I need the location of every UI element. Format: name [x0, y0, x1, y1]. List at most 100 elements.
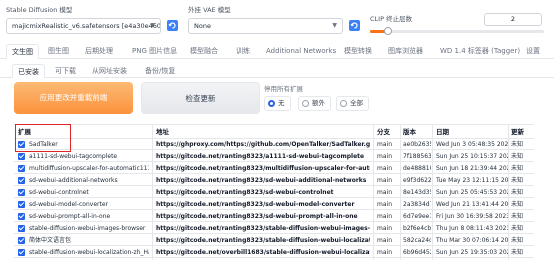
extension-url[interactable]: https://gitcode.net/ranting8323/sd-webui… [156, 175, 370, 186]
extension-name: sd-webui-prompt-all-in-one [29, 213, 111, 220]
table-row: sd-webui-prompt-all-in-one https://gitcod… [14, 211, 534, 222]
checkpoint-select[interactable]: majicmixRealistic_v6.safetensors [e4a30e… [6, 18, 161, 34]
radio-none-label: 无 [278, 99, 285, 107]
extensions-subtabbar: 已安装 可下载 从网址安装 备份/恢复 [0, 64, 554, 78]
tab-txt2img[interactable]: 文生图 [6, 44, 39, 59]
column-divider [373, 125, 374, 260]
tab-install-from-url[interactable]: 从网址安装 [92, 64, 127, 78]
extension-name: 简体中文语言包 [29, 237, 72, 244]
extension-url[interactable]: https://gitcode.net/ranting8323/stable-d… [156, 223, 370, 234]
table-header-row: 扩展 地址 分支 版本 日期 更新 [14, 125, 534, 139]
clip-skip-slider[interactable] [370, 27, 544, 35]
vae-select[interactable]: None ▼ [188, 18, 343, 34]
tab-settings[interactable]: 设置 [526, 44, 540, 59]
radio-extra[interactable]: 额外 [298, 96, 331, 111]
radio-icon [340, 100, 347, 107]
refresh-icon[interactable] [349, 20, 360, 31]
extension-url[interactable]: https://gitcode.net/ranting8323/multidif… [156, 163, 370, 174]
extension-date: Wed Jun 21 13:41:44 2023 [436, 201, 508, 208]
radio-icon [302, 100, 309, 107]
extension-version: de488810 [403, 165, 431, 172]
tab-backup-restore[interactable]: 备份/恢复 [145, 64, 175, 78]
extension-url[interactable]: https://gitcode.net/ranting8323/a1111-sd… [156, 151, 370, 162]
extension-url[interactable]: https://gitcode.net/ranting8323/sd-webui… [156, 187, 370, 198]
column-divider [508, 125, 509, 260]
enable-checkbox[interactable] [18, 237, 25, 244]
tab-img2img[interactable]: 图生图 [48, 44, 69, 59]
table-row: SadTalker https://ghproxy.com/https://git… [14, 139, 534, 150]
tab-image-browser[interactable]: 图库浏览器 [388, 44, 423, 59]
extension-url[interactable]: https://ghproxy.com/https://github.com/O… [156, 139, 370, 150]
extension-update-status: 未知 [511, 201, 524, 208]
extension-version: 7f188563 [403, 153, 431, 160]
extension-url[interactable]: https://gitcode.net/ranting8323/sd-webui… [156, 211, 370, 222]
extension-update-status: 未知 [511, 189, 524, 196]
tab-checkpoint-merger[interactable]: 模型融合 [190, 44, 218, 59]
apply-and-reload-button[interactable]: 应用更改并重载前端 [14, 82, 133, 114]
extension-branch: main [377, 237, 392, 244]
table-row: stable-diffusion-webui-localization-zh_H… [14, 247, 534, 258]
extension-url[interactable]: https://gitcode.net/ranting8323/sd-webui… [156, 199, 370, 210]
extension-branch: main [377, 201, 392, 208]
extension-date: Sun Jun 25 10:15:37 2023 [436, 153, 508, 160]
tab-png-info[interactable]: PNG 图片信息 [132, 44, 177, 59]
highlight-annotation [15, 124, 71, 152]
tab-installed[interactable]: 已安装 [12, 64, 45, 78]
enable-checkbox[interactable] [18, 177, 25, 184]
extension-url[interactable]: https://gitcode.net/ranting8323/stable-d… [156, 235, 370, 246]
enable-checkbox[interactable] [18, 201, 25, 208]
radio-all[interactable]: 全部 [336, 96, 369, 111]
column-header-branch: 分支 [377, 128, 390, 136]
tab-available[interactable]: 可下载 [55, 64, 76, 78]
extension-update-status: 未知 [511, 213, 524, 220]
extension-branch: main [377, 249, 392, 256]
enable-checkbox[interactable] [18, 165, 25, 172]
enable-checkbox[interactable] [18, 189, 25, 196]
extension-date: Wed Jun 3 05:48:35 2023 [436, 141, 508, 148]
extension-branch: main [377, 225, 392, 232]
disable-extensions-label: 停用所有扩展 [264, 85, 303, 93]
enable-checkbox[interactable] [18, 153, 25, 160]
extension-branch: main [377, 141, 392, 148]
refresh-icon[interactable] [167, 20, 178, 31]
enable-checkbox[interactable] [18, 225, 25, 232]
column-header-update: 更新 [511, 128, 524, 136]
column-header-version: 版本 [403, 128, 416, 136]
tab-tagger[interactable]: WD 1.4 标签器 (Tagger) [440, 44, 520, 59]
clip-skip-slider-knob[interactable] [384, 27, 392, 35]
tab-model-converter[interactable]: 模型转换 [344, 44, 372, 59]
table-row: sd-webui-controlnet https://gitcode.net/r… [14, 187, 534, 198]
clip-skip-label: CLIP 终止层数 [370, 15, 413, 23]
enable-checkbox[interactable] [18, 249, 25, 256]
extension-date: Tue May 23 12:11:15 2023 [436, 177, 508, 184]
extension-name: stable-diffusion-webui-localization-zh_H… [29, 249, 149, 256]
table-row: 简体中文语言包 https://gitcode.net/ranting8323/s… [14, 235, 534, 246]
extension-update-status: 未知 [511, 249, 524, 256]
radio-selected-icon [268, 100, 275, 107]
extension-update-status: 未知 [511, 237, 524, 244]
extension-date: Sun Jun 18 21:39:44 2023 [436, 165, 508, 172]
chevron-down-icon: ▼ [332, 22, 337, 29]
extension-update-status: 未知 [511, 177, 524, 184]
radio-none[interactable]: 无 [264, 96, 291, 111]
tab-additional-networks[interactable]: Additional Networks [266, 44, 336, 59]
enable-checkbox[interactable] [18, 213, 25, 220]
check-for-updates-button[interactable]: 检查更新 [141, 82, 260, 114]
table-row: stable-diffusion-webui-images-browser htt… [14, 223, 534, 234]
tab-train[interactable]: 训练 [236, 44, 250, 59]
extension-url[interactable]: https://gitcode.net/overbill1683/stable-… [156, 247, 370, 258]
extension-name: stable-diffusion-webui-images-browser [29, 225, 146, 232]
extension-date: Fri Jun 30 16:39:58 2023 [436, 213, 508, 220]
extension-version: 582ca24d [403, 237, 431, 244]
extension-branch: main [377, 165, 392, 172]
extension-branch: main [377, 177, 392, 184]
extension-date: Thu Mar 30 07:06:14 2023 [436, 237, 508, 244]
checkpoint-value: majicmixRealistic_v6.safetensors [e4a30e… [12, 22, 161, 30]
extension-name: a1111-sd-webui-tagcomplete [29, 153, 118, 160]
clip-skip-input[interactable]: 2 [484, 13, 542, 26]
extension-version: 2a3834d7 [403, 201, 431, 208]
column-header-date: 日期 [436, 128, 449, 136]
column-divider [152, 125, 153, 260]
tab-extras[interactable]: 后期处理 [85, 44, 113, 59]
column-divider [400, 125, 401, 260]
